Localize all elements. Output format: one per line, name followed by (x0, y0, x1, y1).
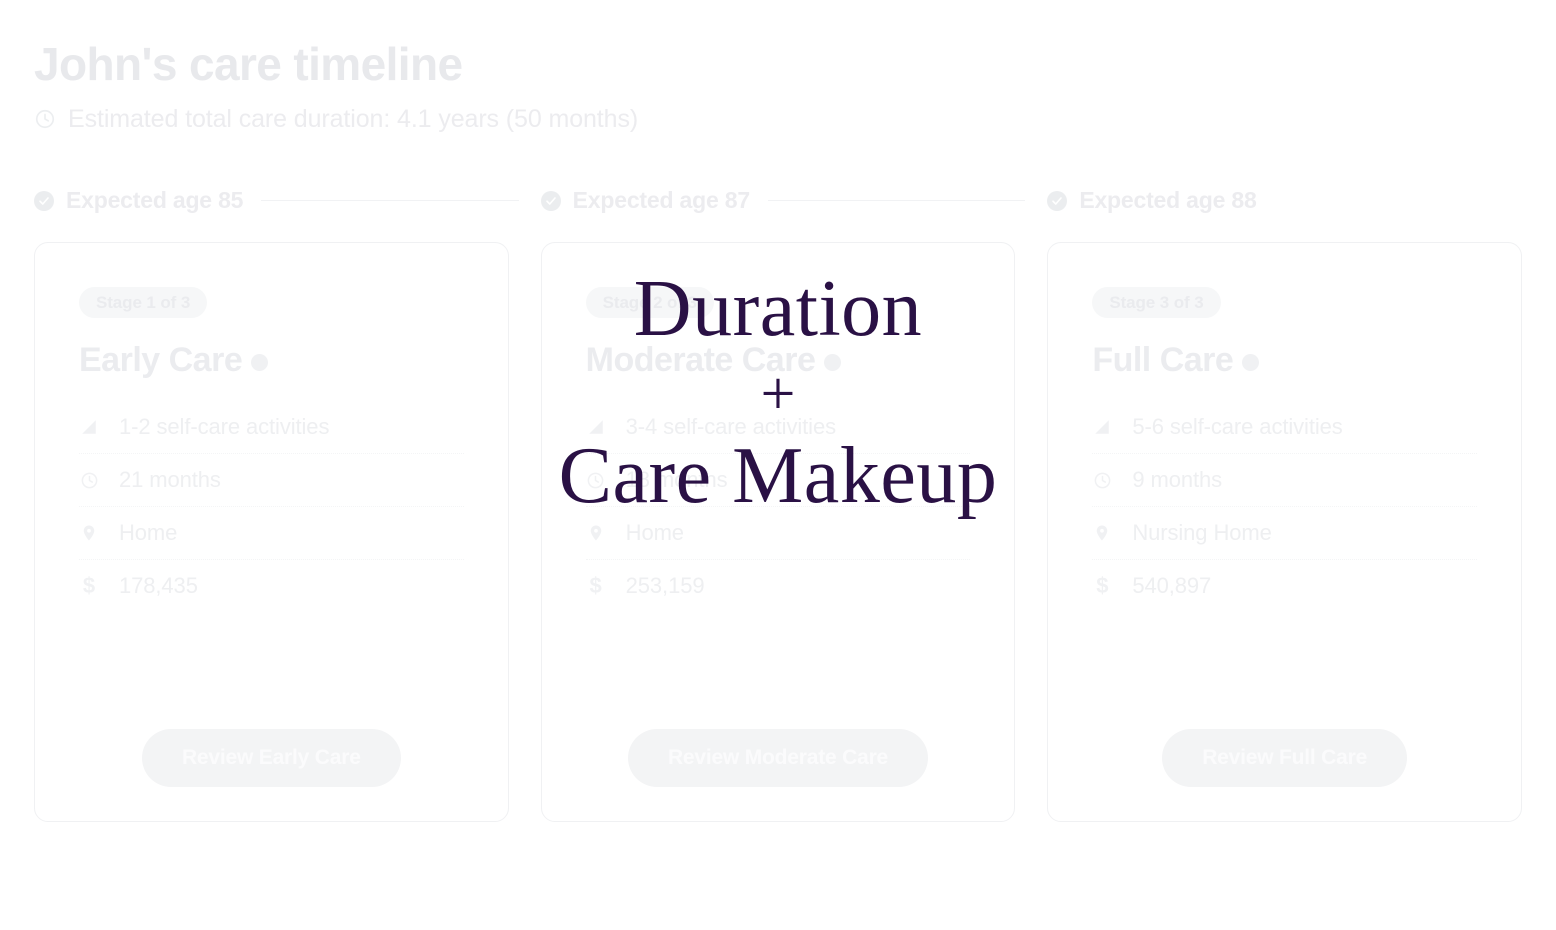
stage-card-moderate-care[interactable]: Stage 2 of 3 Moderate Care 3-4 self-care… (540, 241, 1016, 822)
help-circle-icon[interactable] (251, 354, 269, 372)
duration-summary-text: Estimated total care duration: 4.1 years… (68, 104, 639, 133)
detail-value: 178,435 (119, 573, 198, 599)
signal-bars-icon (79, 417, 99, 437)
detail-cost: $ 540,897 (1092, 560, 1477, 612)
age-marker-1: Expected age 85 (34, 186, 519, 216)
detail-duration: 18 months (585, 454, 971, 508)
check-circle-icon (540, 190, 561, 211)
detail-value: 540,897 (1132, 573, 1212, 599)
stage-title-row: Moderate Care (585, 340, 971, 379)
dollar-icon: $ (589, 573, 602, 599)
signal-bars-icon (586, 417, 606, 437)
detail-value: 5-6 self-care activities (1132, 414, 1343, 440)
detail-value: 18 months (625, 467, 728, 493)
timeline-connector (261, 200, 519, 202)
clock-icon (34, 108, 56, 130)
detail-value: 1-2 self-care activities (119, 414, 330, 440)
map-pin-icon (1092, 523, 1112, 543)
stage-badge: Stage 3 of 3 (1092, 286, 1221, 318)
help-circle-icon[interactable] (824, 354, 842, 372)
detail-location: Nursing Home (1092, 507, 1477, 561)
clock-icon (79, 470, 99, 490)
stage-detail-list: 5-6 self-care activities 9 months Nursin… (1092, 401, 1477, 612)
stage-badge: Stage 2 of 3 (585, 286, 714, 318)
detail-location: Home (585, 507, 971, 561)
stage-title: Full Care (1092, 340, 1234, 379)
stage-action-row: Review Moderate Care (586, 695, 971, 787)
stage-card-full-care[interactable]: Stage 3 of 3 Full Care 5-6 self-care act… (1047, 241, 1522, 822)
age-marker-2: Expected age 87 (540, 186, 1026, 216)
stage-badge: Stage 1 of 3 (79, 286, 208, 318)
age-label: Expected age 87 (572, 187, 750, 214)
detail-duration: 21 months (79, 454, 464, 508)
timeline-column-2: Expected age 87 Stage 2 of 3 Moderate Ca… (540, 186, 1026, 822)
age-label: Expected age 88 (1079, 187, 1257, 214)
review-full-care-button[interactable]: Review Full Care (1162, 728, 1408, 787)
check-circle-icon (1047, 190, 1068, 211)
care-timeline-page: John's care timeline Estimated total car… (0, 0, 1556, 930)
check-circle-icon (34, 190, 54, 211)
detail-value: 21 months (119, 467, 221, 493)
stage-action-row: Review Early Care (79, 695, 464, 787)
age-label: Expected age 85 (66, 187, 244, 214)
detail-value: 3-4 self-care activities (625, 414, 836, 440)
stage-title-row: Full Care (1092, 340, 1477, 379)
stage-title-row: Early Care (79, 340, 464, 379)
stage-detail-list: 1-2 self-care activities 21 months Home … (79, 401, 464, 612)
review-early-care-button[interactable]: Review Early Care (141, 728, 401, 787)
detail-activities: 3-4 self-care activities (585, 401, 971, 455)
clock-icon (586, 470, 606, 490)
signal-bars-icon (1092, 417, 1112, 437)
page-title: John's care timeline (34, 38, 463, 90)
stage-title: Early Care (79, 340, 243, 379)
detail-value: 253,159 (625, 573, 705, 599)
map-pin-icon (586, 523, 606, 543)
detail-location: Home (79, 507, 464, 561)
detail-value: Home (625, 520, 684, 546)
duration-summary: Estimated total care duration: 4.1 years… (34, 105, 1522, 134)
dollar-icon: $ (82, 573, 96, 599)
detail-duration: 9 months (1092, 454, 1477, 508)
stage-card-early-care[interactable]: Stage 1 of 3 Early Care 1-2 self-care ac… (34, 241, 509, 822)
detail-value: Home (119, 520, 178, 546)
detail-activities: 1-2 self-care activities (79, 401, 464, 455)
timeline-column-3: Expected age 88 Stage 3 of 3 Full Care 5… (1047, 186, 1522, 822)
help-circle-icon[interactable] (1242, 354, 1260, 372)
dollar-icon: $ (1096, 573, 1109, 599)
timeline-column-1: Expected age 85 Stage 1 of 3 Early Care … (34, 186, 519, 822)
stage-title: Moderate Care (585, 340, 816, 379)
detail-activities: 5-6 self-care activities (1092, 401, 1477, 455)
detail-cost: $ 178,435 (79, 560, 464, 612)
age-marker-3: Expected age 88 (1047, 186, 1522, 216)
review-moderate-care-button[interactable]: Review Moderate Care (627, 728, 929, 787)
stage-detail-list: 3-4 self-care activities 18 months Home … (585, 401, 971, 612)
stage-action-row: Review Full Care (1092, 695, 1477, 787)
detail-cost: $ 253,159 (586, 560, 971, 612)
detail-value: Nursing Home (1132, 520, 1272, 546)
timeline-grid: Expected age 85 Stage 1 of 3 Early Care … (34, 186, 1522, 822)
timeline-connector (767, 200, 1026, 202)
clock-icon (1092, 470, 1112, 490)
map-pin-icon (79, 523, 99, 543)
detail-value: 9 months (1132, 467, 1223, 493)
